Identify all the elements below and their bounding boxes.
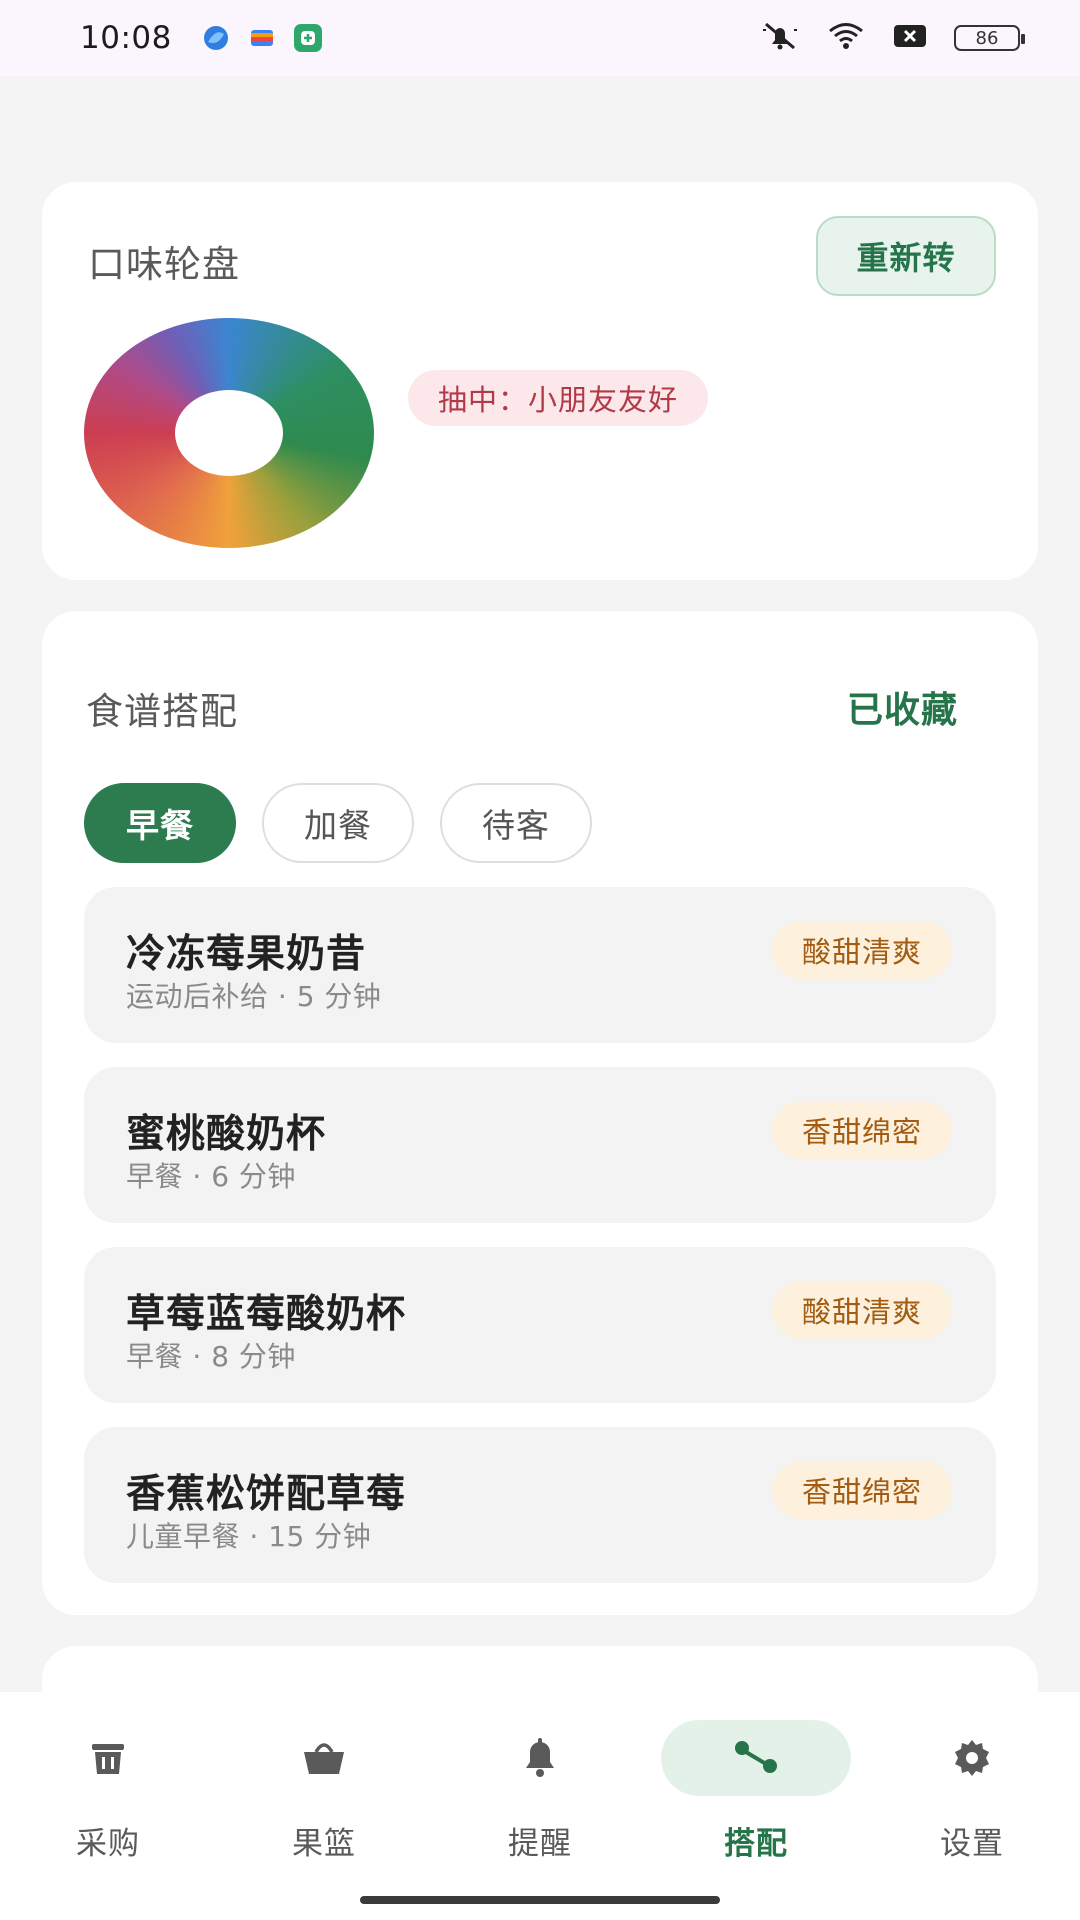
status-bar: 10:08 86 xyxy=(0,0,1080,76)
nav-icon-container xyxy=(13,1720,203,1796)
app-icon-blue xyxy=(202,24,230,52)
wheel-result-badge: 抽中：小朋友友好 xyxy=(408,370,709,426)
mute-icon xyxy=(760,20,800,56)
nav-icon-container xyxy=(877,1720,1067,1796)
recipe-name: 香蕉松饼配草莓 xyxy=(126,1472,407,1517)
nav-label: 提醒 xyxy=(508,1826,572,1862)
recipe-item[interactable]: 蜜桃酸奶杯 早餐 · 6 分钟 香甜绵密 xyxy=(84,1067,996,1223)
recipes-card: 食谱搭配 已收藏 早餐 加餐 待客 冷冻莓果奶昔 运动后补给 · 5 分钟 酸甜… xyxy=(42,611,1038,1615)
meal-tabs: 早餐 加餐 待客 xyxy=(84,783,592,863)
battery-level: 86 xyxy=(975,27,999,49)
app-icon-wallet xyxy=(248,24,276,52)
link-nodes-icon xyxy=(735,1741,777,1773)
recipe-meta: 早餐 · 8 分钟 xyxy=(126,1340,296,1373)
recipe-item[interactable]: 草莓蓝莓酸奶杯 早餐 · 8 分钟 酸甜清爽 xyxy=(84,1247,996,1403)
trash-bin-icon xyxy=(92,1744,124,1774)
close-box-icon xyxy=(892,22,928,54)
status-time: 10:08 xyxy=(80,20,172,56)
nav-label: 搭配 xyxy=(724,1826,788,1862)
recipe-name: 草莓蓝莓酸奶杯 xyxy=(126,1292,407,1337)
tab-breakfast[interactable]: 早餐 xyxy=(84,783,236,863)
recipes-title: 食谱搭配 xyxy=(86,690,238,733)
wheel-title: 口味轮盘 xyxy=(88,243,240,286)
flavor-wheel-card: 口味轮盘 重新转 抽中：小朋友友好 xyxy=(42,182,1038,580)
tab-guests[interactable]: 待客 xyxy=(440,783,592,863)
basket-icon xyxy=(304,1743,344,1774)
nav-icon-container xyxy=(661,1720,851,1796)
nav-label: 果篮 xyxy=(292,1826,356,1862)
gear-icon xyxy=(955,1740,989,1776)
nav-item-settings[interactable]: 设置 xyxy=(864,1720,1080,1863)
status-app-icons xyxy=(202,24,322,52)
recipe-list: 冷冻莓果奶昔 运动后补给 · 5 分钟 酸甜清爽 蜜桃酸奶杯 早餐 · 6 分钟… xyxy=(84,887,996,1607)
nav-item-basket[interactable]: 果篮 xyxy=(216,1720,432,1863)
flavor-wheel[interactable] xyxy=(84,318,374,548)
recipe-name: 蜜桃酸奶杯 xyxy=(126,1112,327,1157)
recipe-meta: 早餐 · 6 分钟 xyxy=(126,1160,296,1193)
recipe-item[interactable]: 冷冻莓果奶昔 运动后补给 · 5 分钟 酸甜清爽 xyxy=(84,887,996,1043)
nav-item-pairing[interactable]: 搭配 xyxy=(648,1720,864,1863)
app-screen: 10:08 86 口味轮盘 重新转 抽中：小朋友友好 食谱搭配 已收藏 早餐 加… xyxy=(0,0,1080,1920)
recipe-meta: 儿童早餐 · 15 分钟 xyxy=(126,1520,372,1553)
wifi-icon xyxy=(826,20,866,56)
respin-button[interactable]: 重新转 xyxy=(816,216,996,296)
bottom-nav: 采购 果篮 提醒 搭配 设置 xyxy=(0,1692,1080,1920)
saved-link[interactable]: 已收藏 xyxy=(847,681,958,733)
wheel-center xyxy=(175,390,283,476)
recipe-flavor-tag: 香甜绵密 xyxy=(771,1461,952,1519)
recipe-flavor-tag: 酸甜清爽 xyxy=(771,1281,952,1339)
nav-icon-container xyxy=(445,1720,635,1796)
nav-item-purchase[interactable]: 采购 xyxy=(0,1720,216,1863)
nav-label: 采购 xyxy=(76,1826,140,1862)
recipe-flavor-tag: 香甜绵密 xyxy=(771,1101,952,1159)
recipe-item[interactable]: 香蕉松饼配草莓 儿童早餐 · 15 分钟 香甜绵密 xyxy=(84,1427,996,1583)
status-system-icons: 86 xyxy=(760,20,1025,56)
app-icon-green xyxy=(293,24,322,52)
nav-item-reminder[interactable]: 提醒 xyxy=(432,1720,648,1863)
nav-label: 设置 xyxy=(940,1826,1004,1862)
recipe-meta: 运动后补给 · 5 分钟 xyxy=(126,980,382,1013)
nav-icon-container xyxy=(229,1720,419,1796)
home-indicator[interactable] xyxy=(360,1896,720,1904)
battery-icon: 86 xyxy=(954,25,1025,51)
recipe-flavor-tag: 酸甜清爽 xyxy=(771,921,952,979)
tab-snack[interactable]: 加餐 xyxy=(262,783,414,863)
recipe-name: 冷冻莓果奶昔 xyxy=(126,932,367,977)
bell-icon xyxy=(526,1738,554,1777)
